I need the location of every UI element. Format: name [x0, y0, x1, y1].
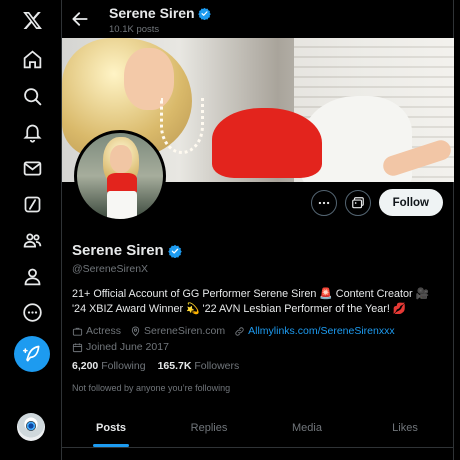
header-name-text: Serene Siren — [109, 5, 195, 21]
header-post-count: 10.1K posts — [109, 24, 160, 35]
home-icon[interactable] — [12, 43, 52, 75]
link-icon — [235, 327, 244, 336]
profile-location: SereneSiren.com — [130, 324, 225, 339]
briefcase-icon — [72, 327, 83, 336]
followers-count: 165.7K — [157, 360, 192, 372]
notifications-icon[interactable] — [12, 116, 52, 148]
tab-likes[interactable]: Likes — [356, 408, 454, 447]
account-avatar[interactable] — [17, 413, 45, 441]
profile-name-text: Serene Siren — [72, 242, 164, 259]
profile-meta: Actress SereneSiren.com Allmylinks.com/S… — [72, 324, 448, 355]
verified-badge-icon — [167, 244, 182, 258]
followers-label: Followers — [194, 360, 240, 372]
tab-replies[interactable]: Replies — [160, 408, 258, 447]
profile-actions: Follow — [310, 189, 443, 216]
explore-icon[interactable] — [12, 80, 52, 112]
following-stat[interactable]: 6,200 Following — [72, 360, 146, 372]
grok-icon[interactable] — [12, 188, 52, 220]
following-label: Following — [101, 360, 146, 372]
profile-handle: @SereneSirenX — [72, 263, 149, 275]
followers-stat[interactable]: 165.7K Followers — [158, 360, 240, 372]
compose-feather-icon — [22, 345, 40, 362]
profile-category: Actress — [72, 324, 121, 339]
more-icon[interactable] — [12, 296, 52, 328]
more-options-button[interactable] — [310, 189, 337, 216]
profile-website-link[interactable]: Allmylinks.com/SereneSirenxxx — [248, 324, 394, 339]
communities-icon[interactable] — [12, 224, 52, 256]
subscribe-notifications-button[interactable] — [344, 189, 371, 216]
profile-column: Serene Siren 10.1K posts Follow Serene S… — [62, 0, 454, 460]
profile-display-name: Serene Siren — [72, 242, 182, 259]
back-arrow-icon[interactable] — [70, 9, 90, 29]
profile-avatar[interactable] — [74, 130, 166, 222]
ellipsis-icon — [318, 201, 329, 204]
not-followed-note: Not followed by anyone you’re following — [72, 383, 231, 393]
profile-icon[interactable] — [12, 260, 52, 292]
calendar-icon — [72, 343, 83, 353]
profile-location-text: SereneSiren.com — [144, 325, 226, 337]
location-pin-icon — [131, 326, 140, 337]
profile-bio: 21+ Official Account of GG Performer Ser… — [72, 288, 430, 315]
nav-rail — [0, 0, 62, 460]
tab-media[interactable]: Media — [258, 408, 356, 447]
profile-header-bar: Serene Siren 10.1K posts — [62, 0, 454, 38]
x-logo-icon[interactable] — [12, 4, 52, 36]
following-count: 6,200 — [72, 360, 99, 372]
profile-joined: Joined June 2017 — [72, 340, 169, 355]
profile-tabs: Posts Replies Media Likes — [62, 408, 454, 448]
profile-stats: 6,200 Following 165.7K Followers — [72, 360, 239, 372]
compose-post-button[interactable] — [14, 336, 50, 372]
header-display-name: Serene Siren — [109, 5, 211, 21]
profile-website[interactable]: Allmylinks.com/SereneSirenxxx — [234, 324, 395, 339]
media-grid-icon — [351, 196, 364, 208]
follow-button[interactable]: Follow — [378, 189, 443, 216]
verified-badge-icon — [197, 7, 211, 20]
tab-posts[interactable]: Posts — [62, 408, 160, 447]
profile-category-text: Actress — [86, 325, 122, 337]
profile-joined-text: Joined June 2017 — [86, 341, 169, 353]
messages-icon[interactable] — [12, 152, 52, 184]
